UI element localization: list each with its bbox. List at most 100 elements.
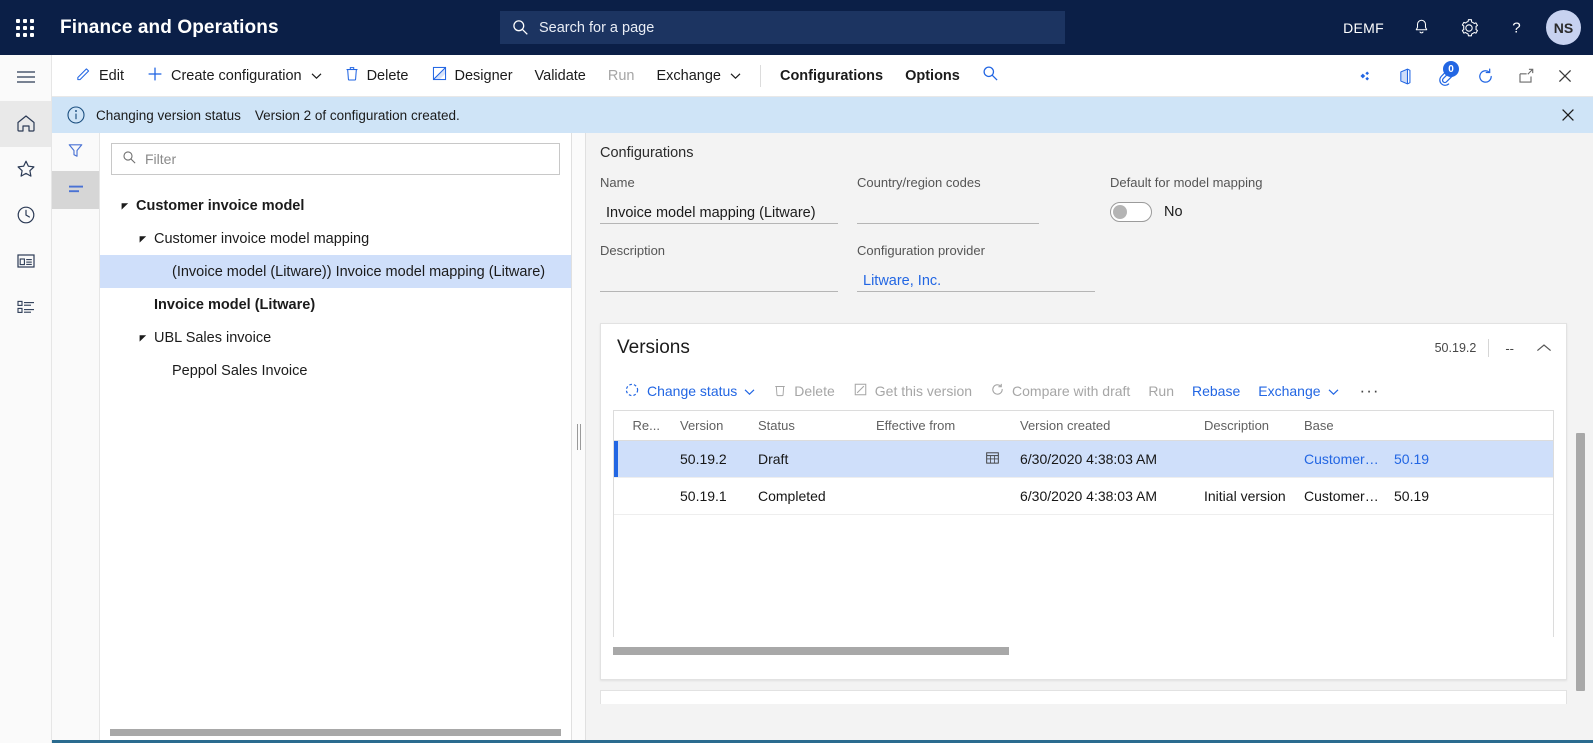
scrollbar-thumb[interactable] bbox=[110, 729, 561, 736]
tree-node-peppol-sales-invoice[interactable]: Peppol Sales Invoice bbox=[100, 354, 571, 387]
cell-base[interactable]: Customer in... bbox=[1292, 451, 1388, 467]
chevron-up-icon[interactable] bbox=[1536, 343, 1552, 353]
chevron-down-icon bbox=[744, 383, 755, 399]
detail-vertical-scrollbar[interactable] bbox=[1576, 433, 1585, 691]
cell-version[interactable]: 50.19.2 bbox=[666, 451, 746, 467]
attachments-icon[interactable]: 0 bbox=[1425, 55, 1465, 97]
table-row[interactable]: 50.19.1 Completed 6/30/2020 4:38:03 AM I… bbox=[614, 478, 1553, 515]
designer-button[interactable]: Designer bbox=[420, 55, 524, 96]
home-button[interactable] bbox=[0, 101, 51, 147]
versions-run-button: Run bbox=[1139, 376, 1183, 406]
tree-node-customer-invoice-model-mapping[interactable]: Customer invoice model mapping bbox=[100, 222, 571, 255]
calendar-icon[interactable] bbox=[985, 450, 1000, 468]
navigation-rail bbox=[0, 55, 52, 743]
validate-button[interactable]: Validate bbox=[524, 55, 597, 96]
country-input[interactable] bbox=[857, 200, 1039, 224]
cell-base[interactable]: Customer in... bbox=[1292, 488, 1388, 504]
configuration-list-button[interactable] bbox=[52, 171, 99, 209]
country-label: Country/region codes bbox=[857, 175, 1110, 192]
workspace: Filter Customer invoice model bbox=[52, 133, 1593, 740]
close-icon[interactable] bbox=[1545, 55, 1585, 97]
detail-scroll-region: Configurations Name Invoice model mappin… bbox=[586, 133, 1593, 740]
cell-base-version[interactable]: 50.19 bbox=[1388, 488, 1448, 504]
cell-description[interactable]: Initial version bbox=[1192, 488, 1292, 504]
filter-funnel-button[interactable] bbox=[52, 133, 99, 171]
tree-node-label: Customer invoice model mapping bbox=[154, 231, 369, 247]
rebase-button[interactable]: Rebase bbox=[1183, 376, 1249, 406]
global-search-placeholder: Search for a page bbox=[539, 20, 654, 36]
share-icon[interactable] bbox=[1345, 55, 1385, 97]
pane-splitter[interactable] bbox=[572, 133, 586, 740]
field-column-left: Name Invoice model mapping (Litware) Des… bbox=[600, 175, 857, 311]
change-status-button[interactable]: Change status bbox=[615, 376, 764, 406]
cell-version-created[interactable]: 6/30/2020 4:38:03 AM bbox=[1006, 488, 1192, 504]
versions-overflow-button[interactable]: ··· bbox=[1348, 376, 1392, 406]
action-pane-search-button[interactable] bbox=[971, 55, 1010, 96]
tab-configurations[interactable]: Configurations bbox=[769, 55, 894, 96]
expander-icon[interactable] bbox=[114, 201, 136, 211]
tree-node-invoice-model-litware[interactable]: Invoice model (Litware) bbox=[100, 288, 571, 321]
hamburger-menu-button[interactable] bbox=[0, 55, 51, 101]
question-mark-icon[interactable]: ? bbox=[1493, 0, 1540, 55]
column-header-description[interactable]: Description bbox=[1192, 418, 1292, 433]
tree-node-invoice-model-mapping-litware[interactable]: (Invoice model (Litware)) Invoice model … bbox=[100, 255, 571, 288]
plus-icon bbox=[146, 65, 164, 87]
office-icon[interactable] bbox=[1385, 55, 1425, 97]
versions-grid-horizontal-scrollbar[interactable] bbox=[613, 647, 1554, 657]
versions-card-header[interactable]: Versions 50.19.2 -- bbox=[601, 324, 1566, 372]
expander-icon[interactable] bbox=[132, 234, 154, 244]
scrollbar-thumb[interactable] bbox=[613, 647, 1009, 655]
tab-options[interactable]: Options bbox=[894, 55, 971, 96]
edit-button[interactable]: Edit bbox=[64, 55, 135, 96]
cell-status[interactable]: Completed bbox=[746, 488, 864, 504]
versions-exchange-button[interactable]: Exchange bbox=[1249, 376, 1347, 406]
cell-status[interactable]: Draft bbox=[746, 451, 864, 467]
expander-icon[interactable] bbox=[132, 333, 154, 343]
default-for-model-mapping-toggle[interactable] bbox=[1110, 202, 1152, 222]
cell-effective-from[interactable] bbox=[864, 450, 1006, 468]
designer-icon bbox=[431, 65, 448, 86]
delete-button-label: Delete bbox=[367, 68, 409, 84]
refresh-icon[interactable] bbox=[1465, 55, 1505, 97]
tree-node-ubl-sales-invoice[interactable]: UBL Sales invoice bbox=[100, 321, 571, 354]
message-bar-close-icon[interactable] bbox=[1553, 97, 1583, 133]
cell-version-created[interactable]: 6/30/2020 4:38:03 AM bbox=[1006, 451, 1192, 467]
name-input[interactable]: Invoice model mapping (Litware) bbox=[600, 200, 838, 224]
create-configuration-button[interactable]: Create configuration bbox=[135, 55, 333, 96]
open-in-new-window-icon[interactable] bbox=[1505, 55, 1545, 97]
column-header-status[interactable]: Status bbox=[746, 418, 864, 433]
modules-button[interactable] bbox=[0, 285, 51, 331]
exchange-button[interactable]: Exchange bbox=[645, 55, 752, 96]
column-header-re[interactable]: Re... bbox=[614, 418, 666, 433]
company-selector[interactable]: DEMF bbox=[1329, 0, 1398, 55]
delete-button[interactable]: Delete bbox=[333, 55, 420, 96]
column-header-base[interactable]: Base bbox=[1292, 418, 1388, 433]
workspaces-button[interactable] bbox=[0, 239, 51, 285]
tree-horizontal-scrollbar[interactable] bbox=[100, 728, 571, 740]
run-button-label: Run bbox=[608, 68, 635, 84]
gear-icon[interactable] bbox=[1445, 0, 1493, 55]
provider-link[interactable]: Litware, Inc. bbox=[857, 268, 1095, 292]
message-bar-title: Changing version status bbox=[96, 108, 241, 123]
avatar[interactable]: NS bbox=[1546, 10, 1581, 45]
app-title: Finance and Operations bbox=[60, 17, 279, 39]
recent-button[interactable] bbox=[0, 193, 51, 239]
filter-input[interactable]: Filter bbox=[111, 143, 560, 175]
waffle-grid-icon[interactable] bbox=[14, 17, 36, 39]
global-search-box[interactable]: Search for a page bbox=[500, 11, 1065, 44]
table-row[interactable]: 50.19.2 Draft 6/30/2020 4:38:03 AM bbox=[614, 441, 1553, 478]
bell-icon[interactable] bbox=[1398, 0, 1445, 55]
column-header-version-created[interactable]: Version created bbox=[1006, 418, 1192, 433]
column-header-version[interactable]: Version bbox=[666, 418, 746, 433]
column-header-effective-from[interactable]: Effective from bbox=[864, 418, 1006, 433]
default-for-model-mapping-label: Default for model mapping bbox=[1110, 175, 1410, 192]
description-input[interactable] bbox=[600, 268, 838, 292]
scrollbar-thumb[interactable] bbox=[1576, 433, 1585, 691]
cell-base-version[interactable]: 50.19 bbox=[1388, 451, 1448, 467]
cell-version[interactable]: 50.19.1 bbox=[666, 488, 746, 504]
topbar-right-group: DEMF ? NS bbox=[1329, 0, 1593, 55]
star-icon bbox=[15, 158, 37, 183]
tree-node-customer-invoice-model[interactable]: Customer invoice model bbox=[100, 189, 571, 222]
favorites-button[interactable] bbox=[0, 147, 51, 193]
section-title: Configurations bbox=[600, 145, 1567, 161]
